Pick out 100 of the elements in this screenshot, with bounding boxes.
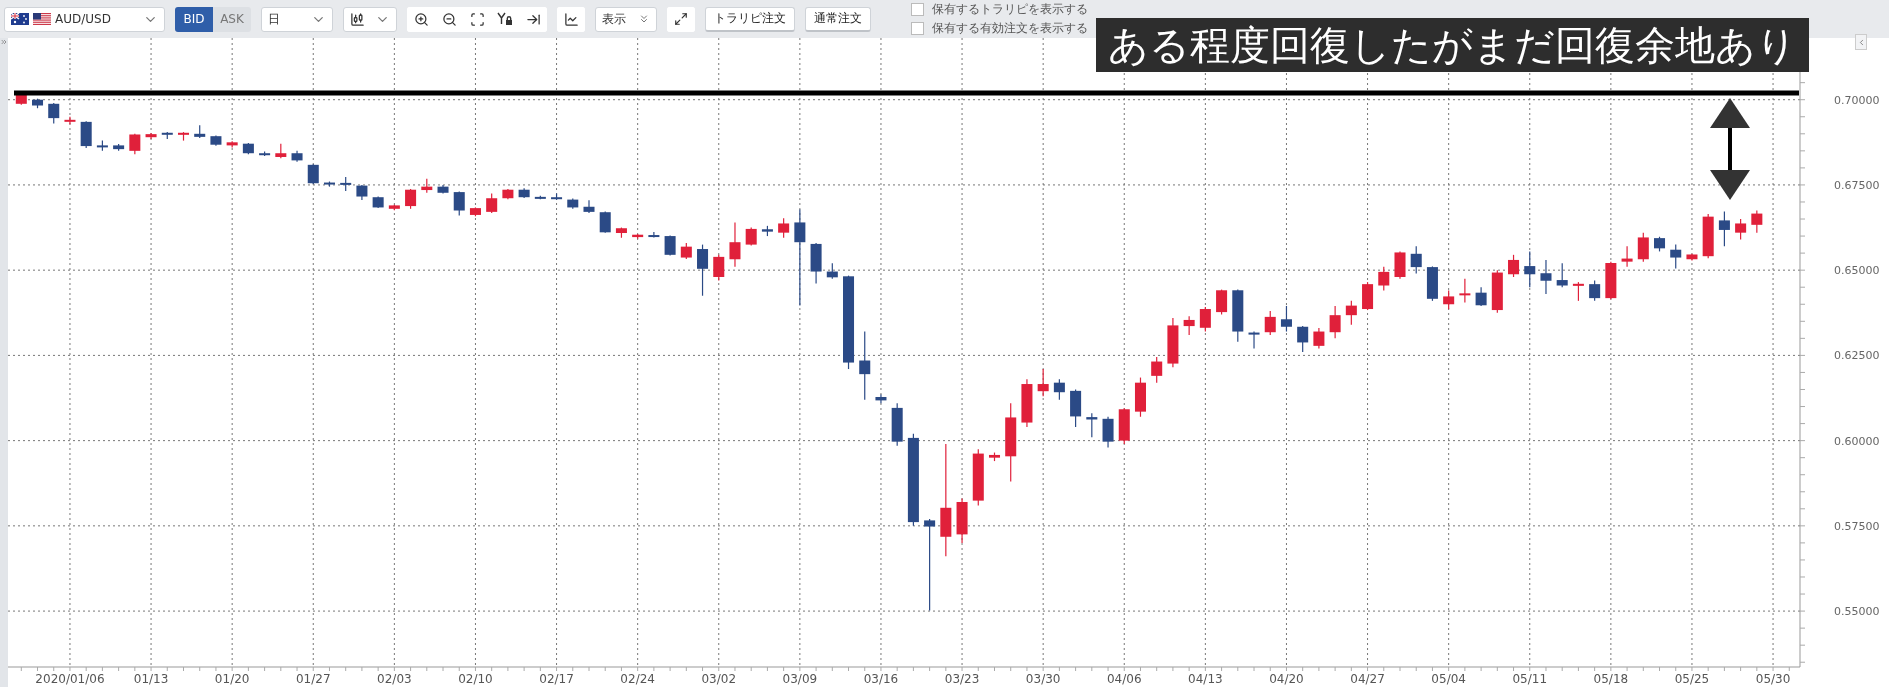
candlestick — [405, 188, 417, 210]
axis-label: 04/06 — [1106, 672, 1142, 686]
candlestick — [1232, 289, 1244, 343]
candlestick — [1670, 244, 1682, 270]
candlestick — [1524, 250, 1536, 288]
axis-label: 04/13 — [1188, 672, 1223, 686]
candlestick — [778, 217, 790, 239]
candlestick — [96, 140, 108, 152]
candlestick — [972, 448, 984, 506]
candlestick — [680, 242, 692, 260]
candlestick — [1508, 254, 1520, 278]
candlestick — [534, 195, 546, 200]
candlestick — [1280, 305, 1292, 333]
expand-icon — [674, 12, 688, 26]
zoom-in-icon — [413, 11, 429, 27]
axis-label: 05/11 — [1512, 672, 1548, 686]
candlestick — [1702, 213, 1714, 259]
candlestick — [599, 210, 611, 234]
candlestick — [1459, 278, 1471, 304]
candlestick — [469, 206, 481, 217]
axis-label: 03/02 — [701, 672, 737, 686]
y-lock-icon — [497, 11, 513, 27]
candlestick — [437, 184, 449, 195]
candlestick — [1605, 261, 1617, 300]
candlestick-icon — [350, 11, 365, 27]
price-side-tab[interactable]: BID — [175, 6, 213, 32]
candlestick — [194, 124, 206, 139]
candlestick — [1070, 388, 1082, 428]
candlestick — [1735, 218, 1747, 241]
candlestick — [1329, 305, 1341, 339]
candlestick — [48, 102, 60, 125]
candlestick — [1378, 266, 1390, 292]
candlestick — [226, 140, 238, 149]
candlestick — [291, 150, 303, 163]
axis-label: 02/03 — [377, 672, 412, 686]
candlestick — [453, 190, 465, 217]
candlestick — [340, 176, 352, 192]
axis-label: 05/18 — [1593, 672, 1629, 686]
indicator-button[interactable] — [557, 6, 585, 32]
candlestick — [891, 402, 903, 447]
flag-icon — [33, 13, 51, 25]
candlestick — [518, 187, 530, 199]
axis-label: 05/30 — [1755, 672, 1791, 686]
candlestick — [697, 244, 709, 297]
candlestick — [1394, 250, 1406, 280]
candlestick — [1183, 315, 1195, 336]
axis-label: 01/13 — [133, 672, 169, 686]
candlestick — [1540, 259, 1552, 295]
checkbox[interactable] — [911, 3, 924, 16]
candlestick — [664, 234, 676, 257]
axis-label: 04/27 — [1350, 672, 1385, 686]
candlestick — [242, 142, 254, 155]
timeframe-select[interactable]: 日 — [261, 6, 333, 32]
candlestick — [1410, 245, 1422, 275]
axis-label: 02/24 — [620, 672, 655, 686]
axis-label: 02/10 — [458, 672, 493, 686]
double-chevron-icon — [638, 13, 650, 25]
caption-banner: ある程度回復したがまだ回復余地あり — [1096, 18, 1809, 72]
chart-type-select[interactable] — [343, 6, 397, 32]
axis-label: 0.62500 — [1834, 349, 1880, 363]
order-button[interactable]: トラリピ注文 — [705, 6, 795, 32]
candlestick — [1362, 281, 1374, 311]
candlestick — [388, 204, 400, 211]
candlestick — [956, 497, 968, 544]
candlestick — [1118, 407, 1130, 445]
corners-icon — [469, 11, 485, 27]
candlestick — [859, 330, 871, 401]
candlestick — [1345, 300, 1357, 326]
order-button[interactable]: 通常注文 — [805, 6, 871, 32]
expand-button[interactable] — [667, 6, 695, 32]
candlestick — [64, 116, 76, 125]
axis-label: 05/04 — [1431, 672, 1466, 686]
checkbox[interactable] — [911, 22, 924, 35]
candlestick — [1151, 356, 1163, 384]
candlestick — [1134, 376, 1146, 418]
axis-label: 0.55000 — [1834, 605, 1880, 619]
candlestick — [567, 197, 579, 210]
option-label: 保有する有効注文を表示する — [932, 20, 1088, 37]
candlestick — [1248, 330, 1260, 350]
candlestick — [145, 132, 157, 140]
candlestick — [1589, 279, 1601, 302]
candlestick — [1021, 378, 1033, 428]
line-chart-icon — [563, 11, 579, 27]
candlestick — [1199, 306, 1211, 333]
price-side-tab[interactable]: ASK — [213, 6, 251, 32]
candlestick — [178, 131, 189, 142]
candlestick — [648, 231, 660, 239]
axis-label: 2020/01/06 — [35, 672, 105, 686]
axis-label: 01/20 — [214, 672, 250, 686]
candlestick — [1216, 289, 1228, 316]
candlestick — [551, 192, 563, 201]
symbol-select[interactable]: AUD/USD — [4, 6, 165, 32]
candlestick — [1167, 317, 1179, 368]
candlestick — [1654, 236, 1666, 252]
candlestick — [502, 188, 514, 200]
candlestick — [80, 120, 92, 149]
view-menu[interactable]: 表示 — [595, 6, 657, 32]
axis-label: 0.70000 — [1834, 93, 1880, 107]
candlestick — [1426, 265, 1438, 302]
candlestick — [1102, 416, 1114, 449]
